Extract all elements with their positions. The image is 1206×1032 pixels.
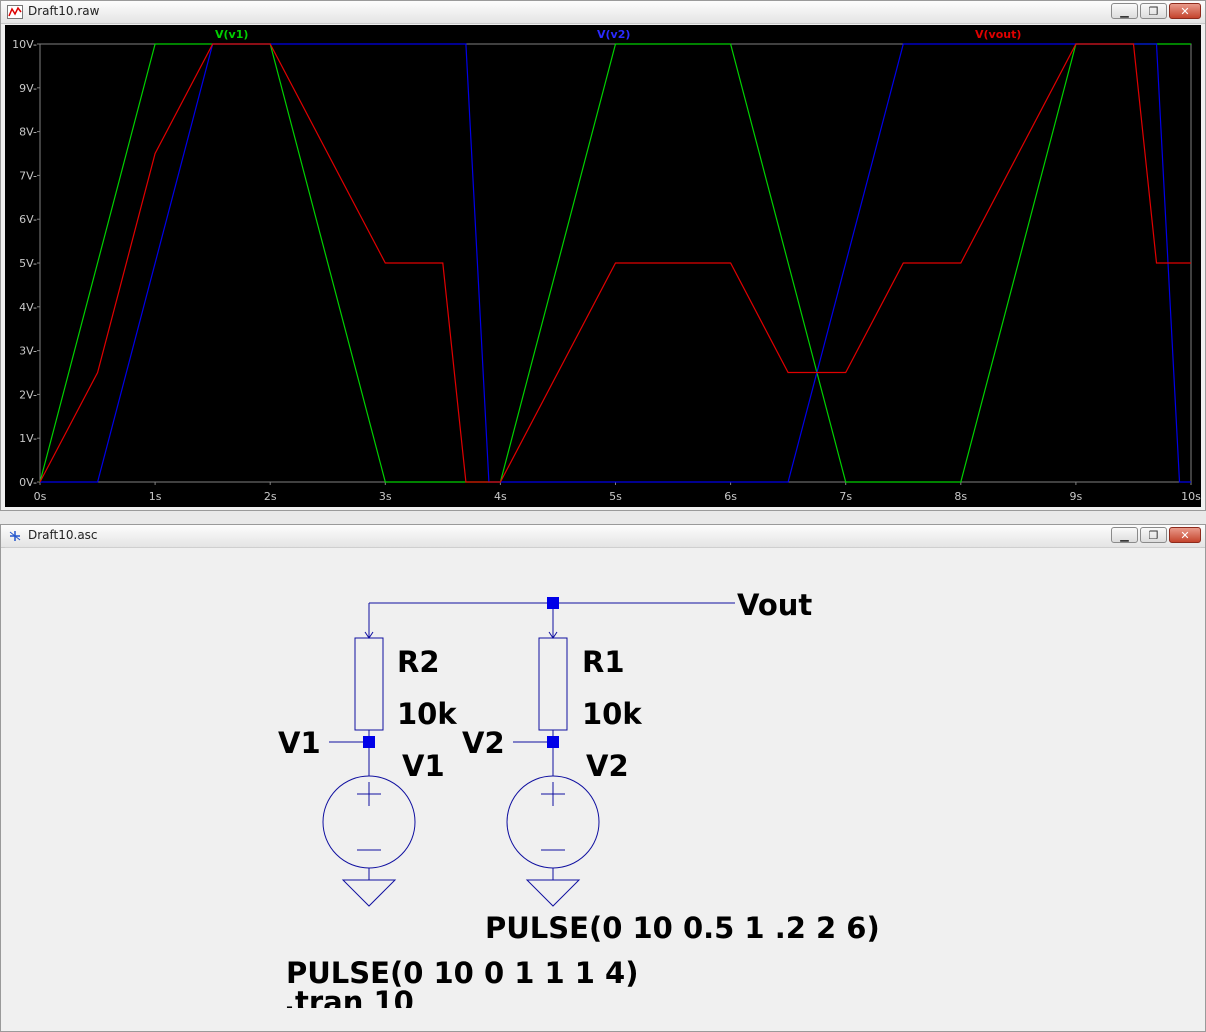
close-button[interactable]: ✕ (1169, 3, 1201, 19)
x-tick-label: 4s (494, 490, 507, 503)
y-tick-label: 1V- (19, 432, 37, 445)
schematic-canvas[interactable]: Vout R2 10k R1 10k V1 V1 V2 V2 PULSE(0 1… (5, 547, 1201, 1019)
circuit-diagram: Vout R2 10k R1 10k V1 V1 V2 V2 PULSE(0 1… (278, 588, 880, 1019)
minimize-button[interactable]: ▁ (1111, 3, 1138, 19)
waveform-icon (7, 5, 23, 19)
restore-button[interactable]: ❐ (1140, 3, 1167, 19)
y-tick-label: 3V- (19, 345, 37, 358)
junction-v2 (547, 736, 559, 748)
r1-value-label[interactable]: 10k (582, 697, 642, 731)
y-tick-label: 7V- (19, 169, 37, 182)
ground-symbol[interactable] (341, 879, 397, 907)
ground-symbol[interactable] (525, 879, 581, 907)
net-label-vout[interactable]: Vout (737, 588, 812, 622)
junction-v1 (363, 736, 375, 748)
v2-pulse-spec[interactable]: PULSE(0 10 0.5 1 .2 2 6) (485, 911, 880, 945)
r2-name-label[interactable]: R2 (397, 645, 440, 679)
y-tick-label: 9V- (19, 82, 37, 95)
y-tick-label: 4V- (19, 301, 37, 314)
waveform-chart: 0V- 1V- 2V- 3V- 4V- 5V- 6V- 7V- 8V- 9V- 10V- 0s 1s 2s… (12, 28, 1201, 503)
resistor-r2[interactable] (354, 637, 384, 731)
v2-name-label[interactable]: V2 (586, 749, 629, 783)
schematic-window-title: Draft10.asc (28, 528, 98, 542)
y-tick-label: 0V- (19, 476, 37, 489)
minimize-icon: ▁ (1120, 4, 1129, 18)
x-tick-label: 0s (34, 490, 47, 503)
close-button[interactable]: ✕ (1169, 527, 1201, 543)
trace-label-v1[interactable]: V(v1) (215, 28, 248, 41)
net-label-v1[interactable]: V1 (278, 726, 321, 760)
voltage-source-v1[interactable] (322, 775, 416, 869)
close-icon: ✕ (1180, 528, 1190, 542)
x-tick-label: 5s (609, 490, 622, 503)
restore-button[interactable]: ❐ (1140, 527, 1167, 543)
schematic-window: Draft10.asc ▁ ❐ ✕ Vout R2 10k R1 10k V1 … (0, 524, 1206, 1032)
junction-vout (547, 597, 559, 609)
wires (329, 602, 735, 880)
trace-label-vout[interactable]: V(vout) (975, 28, 1021, 41)
x-tick-label: 6s (724, 490, 737, 503)
y-tick-label: 10V- (12, 38, 37, 51)
restore-icon: ❐ (1148, 4, 1159, 18)
v1-name-label[interactable]: V1 (402, 749, 445, 783)
trace-label-v2[interactable]: V(v2) (597, 28, 630, 41)
schematic-titlebar[interactable]: Draft10.asc ▁ ❐ ✕ (1, 525, 1205, 548)
minimize-button[interactable]: ▁ (1111, 527, 1138, 543)
plot-window-title: Draft10.raw (28, 4, 100, 18)
minimize-icon: ▁ (1120, 528, 1129, 542)
y-tick-label: 2V- (19, 388, 37, 401)
y-tick-label: 6V- (19, 213, 37, 226)
resistor-r1[interactable] (538, 637, 568, 731)
x-tick-label: 3s (379, 490, 392, 503)
restore-icon: ❐ (1148, 528, 1159, 542)
x-tick-label: 8s (954, 490, 967, 503)
plot-titlebar[interactable]: Draft10.raw ▁ ❐ ✕ (1, 1, 1205, 24)
tran-directive[interactable]: .tran 10 (284, 985, 414, 1019)
x-tick-label: 9s (1070, 490, 1083, 503)
net-label-v2[interactable]: V2 (462, 726, 505, 760)
x-tick-label: 1s (149, 490, 162, 503)
x-tick-label: 10s (1181, 490, 1201, 503)
schematic-icon (9, 531, 21, 541)
x-tick-label: 2s (264, 490, 277, 503)
r1-name-label[interactable]: R1 (582, 645, 625, 679)
y-tick-label: 8V- (19, 126, 37, 139)
y-tick-label: 5V- (19, 257, 37, 270)
x-tick-label: 7s (839, 490, 852, 503)
r2-value-label[interactable]: 10k (397, 697, 457, 731)
close-icon: ✕ (1180, 4, 1190, 18)
plot-window: Draft10.raw ▁ ❐ ✕ 0V- 1V- 2V- 3V- 4V- 5V- 6V- 7… (0, 0, 1206, 511)
voltage-source-v2[interactable] (506, 775, 600, 869)
waveform-plot[interactable]: 0V- 1V- 2V- 3V- 4V- 5V- 6V- 7V- 8V- 9V- 10V- 0s 1s 2s… (5, 25, 1201, 507)
